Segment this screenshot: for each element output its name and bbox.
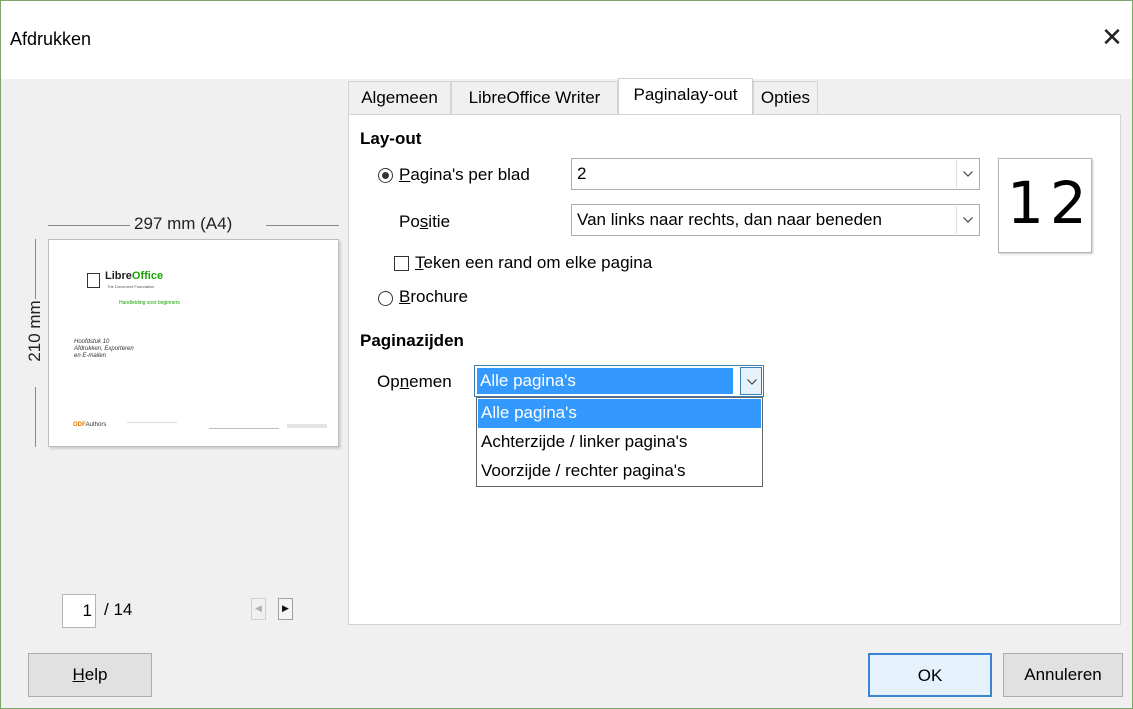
preview-logo-sub: The Document Foundation xyxy=(107,284,155,289)
dropdown-option-front-right[interactable]: Voorzijde / rechter pagina's xyxy=(478,457,761,486)
dropdown-option-all[interactable]: Alle pagina's xyxy=(478,399,761,428)
pages-per-sheet-radio[interactable] xyxy=(378,168,393,183)
chevron-down-icon[interactable] xyxy=(956,206,978,234)
preview-footer-logo: ODFAuthors xyxy=(73,422,107,428)
layout-order-preview: 12 xyxy=(998,158,1092,253)
preview-subtitle: Handleiding voor beginners xyxy=(119,300,180,306)
page-preview: LibreOffice The Document Foundation Hand… xyxy=(48,239,339,447)
include-dropdown-list: Alle pagina's Achterzijde / linker pagin… xyxy=(476,397,763,487)
brochure-label[interactable]: Brochure xyxy=(399,287,468,307)
tab-algemeen[interactable]: Algemeen xyxy=(348,81,451,114)
next-page-icon[interactable]: ▶ xyxy=(278,598,293,620)
height-label: 210 mm xyxy=(25,300,44,362)
page-sides-heading: Paginazijden xyxy=(360,331,464,350)
page-total: / 14 xyxy=(104,600,133,619)
preview-footer-right xyxy=(287,424,327,428)
include-label: Opnemen xyxy=(377,372,452,391)
chevron-down-icon[interactable] xyxy=(740,367,762,395)
pages-per-sheet-label[interactable]: Pagina's per blad xyxy=(399,165,530,185)
tab-paginalay-out[interactable]: Paginalay-out xyxy=(618,78,753,114)
print-dialog: Afdrukken ✕ 297 mm (A4) 210 mm LibreOffi… xyxy=(0,0,1133,709)
dropdown-option-back-left[interactable]: Achterzijde / linker pagina's xyxy=(478,428,761,457)
include-select[interactable]: Alle pagina's xyxy=(474,365,764,397)
preview-logo: LibreOffice xyxy=(105,270,164,282)
help-button[interactable]: Help xyxy=(28,653,152,697)
position-select[interactable]: Van links naar rechts, dan naar beneden xyxy=(571,204,980,236)
page-number-input[interactable]: 1 xyxy=(62,594,96,628)
height-dimension: 210 mm xyxy=(23,239,49,447)
layout-preview-number: 12 xyxy=(1007,169,1093,237)
document-icon xyxy=(87,273,100,288)
pages-per-sheet-value: 2 xyxy=(577,164,587,183)
layout-heading: Lay-out xyxy=(360,129,422,148)
chevron-down-icon[interactable] xyxy=(956,160,978,188)
brochure-radio[interactable] xyxy=(378,291,393,306)
preview-chapter: Hoofdstuk 10 Afdrukken, Exporteren en E-… xyxy=(74,339,134,359)
ok-button[interactable]: OK xyxy=(868,653,992,697)
position-label: Positie xyxy=(399,212,451,231)
tab-libreoffice-writer[interactable]: LibreOffice Writer xyxy=(451,81,618,114)
tab-opties[interactable]: Opties xyxy=(753,81,818,114)
cancel-button[interactable]: Annuleren xyxy=(1003,653,1123,697)
preview-footer-rule xyxy=(209,428,279,429)
dialog-title: Afdrukken xyxy=(10,29,92,49)
width-dimension: 297 mm (A4) xyxy=(48,214,339,238)
draw-border-label[interactable]: Teken een rand om elke pagina xyxy=(415,253,652,273)
title-bar: Afdrukken ✕ xyxy=(1,1,1132,79)
pages-per-sheet-select[interactable]: 2 xyxy=(571,158,980,190)
previous-page-icon[interactable]: ◀ xyxy=(251,598,266,620)
position-value: Van links naar rechts, dan naar beneden xyxy=(577,210,882,229)
width-label: 297 mm (A4) xyxy=(134,214,233,233)
include-value: Alle pagina's xyxy=(477,368,733,394)
draw-border-checkbox[interactable] xyxy=(394,256,409,271)
preview-footer-text xyxy=(127,422,177,432)
close-icon[interactable]: ✕ xyxy=(1099,25,1125,51)
